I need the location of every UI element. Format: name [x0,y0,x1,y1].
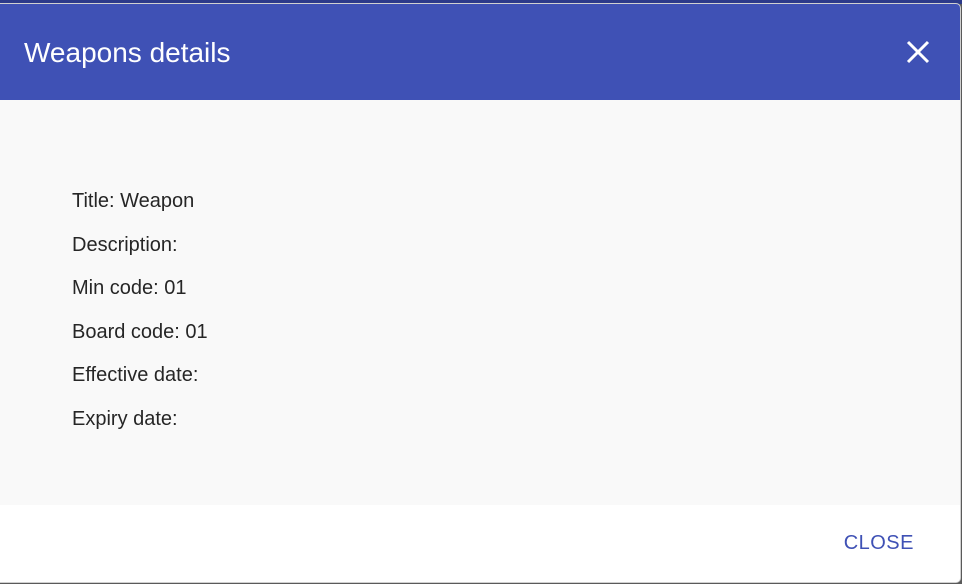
detail-min-code: Min code: 01 [72,277,187,299]
close-button[interactable]: CLOSE [844,532,914,555]
detail-title: Title: Weapon [72,190,195,212]
close-icon[interactable] [904,38,932,66]
dialog-title: Weapons details [24,37,231,68]
detail-effective-date: Effective date: [72,364,199,386]
dialog-footer: CLOSE [0,505,960,582]
detail-description: Description: [72,233,178,256]
dialog-body: Title: Weapon Description: Min code: 01 … [0,100,960,505]
weapons-details-dialog: Weapons details Title: Weapon Descriptio… [0,4,960,582]
dialog-header: Weapons details [0,4,960,100]
detail-expiry-date: Expiry date: [72,407,178,430]
close-x-glyph [906,40,930,64]
detail-board-code: Board code: 01 [72,320,208,343]
